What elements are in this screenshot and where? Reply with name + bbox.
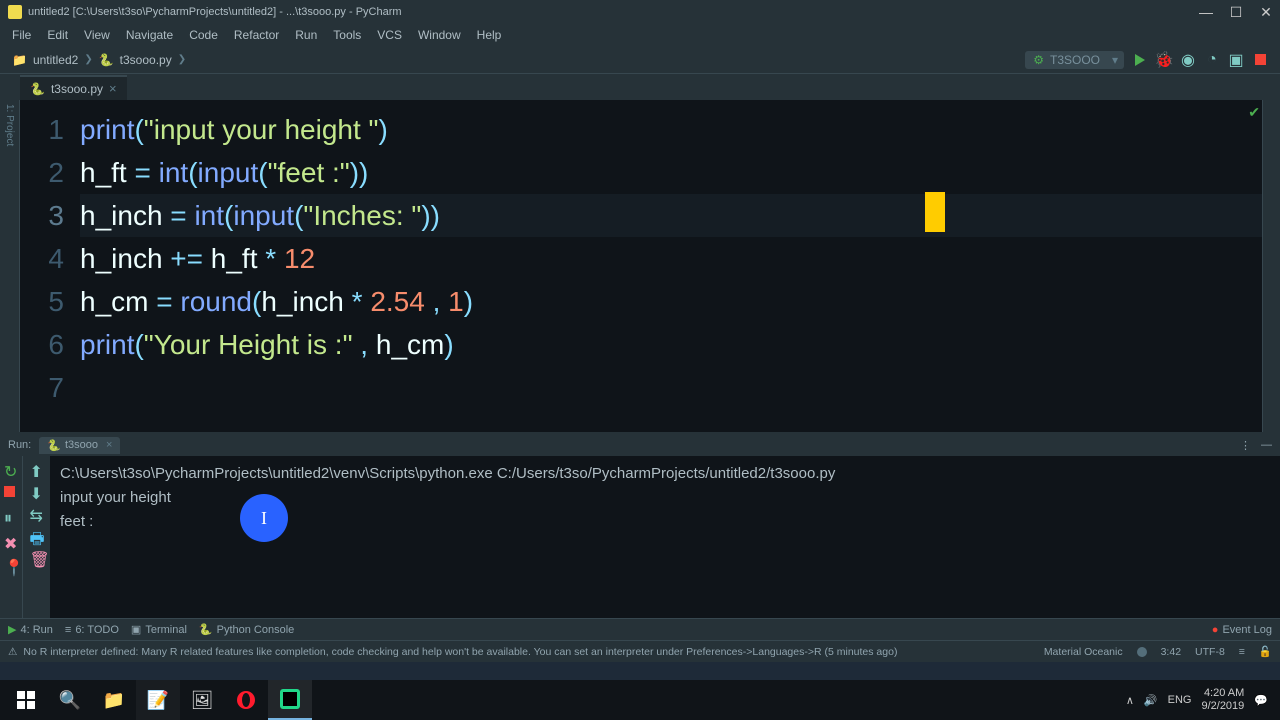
app-icon xyxy=(8,5,22,19)
stop-button[interactable] xyxy=(1252,52,1268,68)
breadcrumb-project[interactable]: untitled2 xyxy=(33,53,78,67)
terminal-tool-button[interactable]: ▣Terminal xyxy=(131,623,187,636)
window-titlebar: untitled2 [C:\Users\t3so\PycharmProjects… xyxy=(0,0,1280,24)
more-icon[interactable]: ⋮ xyxy=(1240,439,1251,452)
file-explorer-icon[interactable]: 📁 xyxy=(92,680,136,720)
run-with-coverage-button[interactable]: ◉ xyxy=(1180,52,1196,68)
status-bar: ⚠ No R interpreter defined: Many R relat… xyxy=(0,640,1280,662)
navigation-bar: 📁 untitled2 ❯ 🐍 t3sooo.py ❯ ⚙ T3SOOO ▾ 🐞… xyxy=(0,46,1280,74)
python-file-icon: 🐍 xyxy=(30,82,45,96)
attach-button[interactable]: ▣ xyxy=(1228,52,1244,68)
system-tray: ∧ 🔊 ENG 4:20 AM 9/2/2019 💬 xyxy=(1126,687,1276,713)
close-button[interactable]: ✕ xyxy=(1260,6,1272,18)
bottom-tool-stripe: ▶4: Run ≡6: TODO ▣Terminal 🐍Python Conso… xyxy=(0,618,1280,640)
python-file-icon: 🐍 xyxy=(47,439,61,452)
run-button[interactable] xyxy=(1132,52,1148,68)
menu-window[interactable]: Window xyxy=(412,26,467,44)
code-area[interactable]: print("input your height ")h_ft = int(in… xyxy=(80,100,1262,432)
windows-taskbar: 🔍 📁 📝 🖼 ∧ 🔊 ENG 4:20 AM 9/2/2019 💬 xyxy=(0,680,1280,720)
clock[interactable]: 4:20 AM 9/2/2019 xyxy=(1201,687,1244,713)
sublime-icon[interactable]: 📝 xyxy=(136,680,180,720)
project-tool-button[interactable]: 1: Project xyxy=(4,104,15,146)
analysis-ok-icon: ✔ xyxy=(1248,104,1260,121)
rerun-button[interactable]: ↻ xyxy=(4,462,18,476)
run-configuration-selector[interactable]: ⚙ T3SOOO ▾ xyxy=(1025,51,1124,69)
event-log-button[interactable]: ●Event Log xyxy=(1212,624,1272,636)
profile-button[interactable]: ◔ xyxy=(1204,52,1220,68)
cursor-position[interactable]: 3:42 xyxy=(1161,646,1181,658)
pycharm-icon[interactable] xyxy=(268,680,312,720)
tab-filename: t3sooo.py xyxy=(51,82,103,96)
line-gutter: 1234567 xyxy=(20,100,80,432)
hide-panel-icon[interactable]: — xyxy=(1261,439,1272,452)
theme-indicator[interactable]: Material Oceanic xyxy=(1044,646,1123,658)
search-button[interactable]: 🔍 xyxy=(48,680,92,720)
run-tab[interactable]: 🐍 t3sooo × xyxy=(39,437,120,454)
run-side-toolbar: ↻ ⏸ ✖ 📍 xyxy=(0,456,22,618)
pin-button[interactable]: 📍 xyxy=(4,558,18,572)
python-console-button[interactable]: 🐍Python Console xyxy=(199,623,294,636)
editor-tabs: 🐍 t3sooo.py × xyxy=(0,74,1280,100)
menu-file[interactable]: File xyxy=(6,26,37,44)
volume-icon[interactable]: 🔊 xyxy=(1144,694,1158,707)
run-panel-label: Run: xyxy=(8,439,31,451)
menu-bar: File Edit View Navigate Code Refactor Ru… xyxy=(0,24,1280,46)
chevron-down-icon: ▾ xyxy=(1112,53,1118,67)
window-title: untitled2 [C:\Users\t3so\PycharmProjects… xyxy=(28,6,402,18)
folder-icon: 📁 xyxy=(12,53,27,67)
stop-button[interactable] xyxy=(4,486,18,500)
run-side-toolbar-2: ⬆ ⬇ ⇆ 🖶 🗑 xyxy=(22,456,50,618)
menu-refactor[interactable]: Refactor xyxy=(228,26,285,44)
status-message: No R interpreter defined: Many R related… xyxy=(23,646,897,658)
delete-button[interactable]: 🗑 xyxy=(30,550,44,564)
theme-dot-icon xyxy=(1137,647,1147,657)
console-output[interactable]: I C:\Users\t3so\PycharmProjects\untitled… xyxy=(50,456,1280,618)
soft-wrap-button[interactable]: ⇆ xyxy=(30,506,44,520)
exit-button[interactable]: ✖ xyxy=(4,534,18,548)
chevron-right-icon: ❯ xyxy=(178,54,186,65)
close-tab-icon[interactable]: × xyxy=(109,81,117,96)
right-tool-stripe[interactable] xyxy=(1262,100,1280,432)
debug-button[interactable]: 🐞 xyxy=(1156,52,1172,68)
start-button[interactable] xyxy=(4,680,48,720)
todo-tool-button[interactable]: ≡6: TODO xyxy=(65,624,119,636)
menu-vcs[interactable]: VCS xyxy=(371,26,408,44)
close-icon[interactable]: × xyxy=(106,439,112,451)
menu-navigate[interactable]: Navigate xyxy=(120,26,179,44)
print-button[interactable]: 🖶 xyxy=(30,528,44,542)
breadcrumb-file[interactable]: t3sooo.py xyxy=(120,53,172,67)
line-separator[interactable]: ≡ xyxy=(1239,646,1245,658)
language-indicator[interactable]: ENG xyxy=(1168,694,1192,706)
chevron-right-icon: ❯ xyxy=(84,54,92,65)
opera-icon[interactable] xyxy=(224,680,268,720)
run-tool-button[interactable]: ▶4: Run xyxy=(8,623,53,636)
run-tool-window: Run: 🐍 t3sooo × ⋮ — ↻ ⏸ ✖ 📍 ⬆ ⬇ ⇆ 🖶 🗑 I … xyxy=(0,432,1280,618)
menu-code[interactable]: Code xyxy=(183,26,224,44)
encoding-indicator[interactable]: UTF-8 xyxy=(1195,646,1225,658)
caret-indicator xyxy=(925,192,945,232)
editor-tab[interactable]: 🐍 t3sooo.py × xyxy=(20,75,127,100)
run-icon: ⚙ xyxy=(1033,53,1044,67)
tray-chevron-up-icon[interactable]: ∧ xyxy=(1126,694,1134,707)
warning-icon: ⚠ xyxy=(8,646,17,658)
notifications-icon[interactable]: 💬 xyxy=(1254,694,1268,707)
menu-run[interactable]: Run xyxy=(289,26,323,44)
lock-icon[interactable]: 🔓 xyxy=(1259,645,1272,658)
text-cursor-indicator: I xyxy=(240,494,288,542)
menu-help[interactable]: Help xyxy=(471,26,508,44)
menu-tools[interactable]: Tools xyxy=(327,26,367,44)
photos-icon[interactable]: 🖼 xyxy=(180,680,224,720)
left-tool-stripe[interactable]: 1: Project xyxy=(0,100,20,432)
maximize-button[interactable]: ☐ xyxy=(1230,6,1242,18)
pause-button[interactable]: ⏸ xyxy=(4,510,18,524)
code-editor[interactable]: 1234567 print("input your height ")h_ft … xyxy=(20,100,1262,432)
minimize-button[interactable]: — xyxy=(1200,6,1212,18)
python-file-icon: 🐍 xyxy=(99,53,114,67)
menu-edit[interactable]: Edit xyxy=(41,26,74,44)
menu-view[interactable]: View xyxy=(78,26,116,44)
down-button[interactable]: ⬇ xyxy=(30,484,44,498)
up-button[interactable]: ⬆ xyxy=(30,462,44,476)
